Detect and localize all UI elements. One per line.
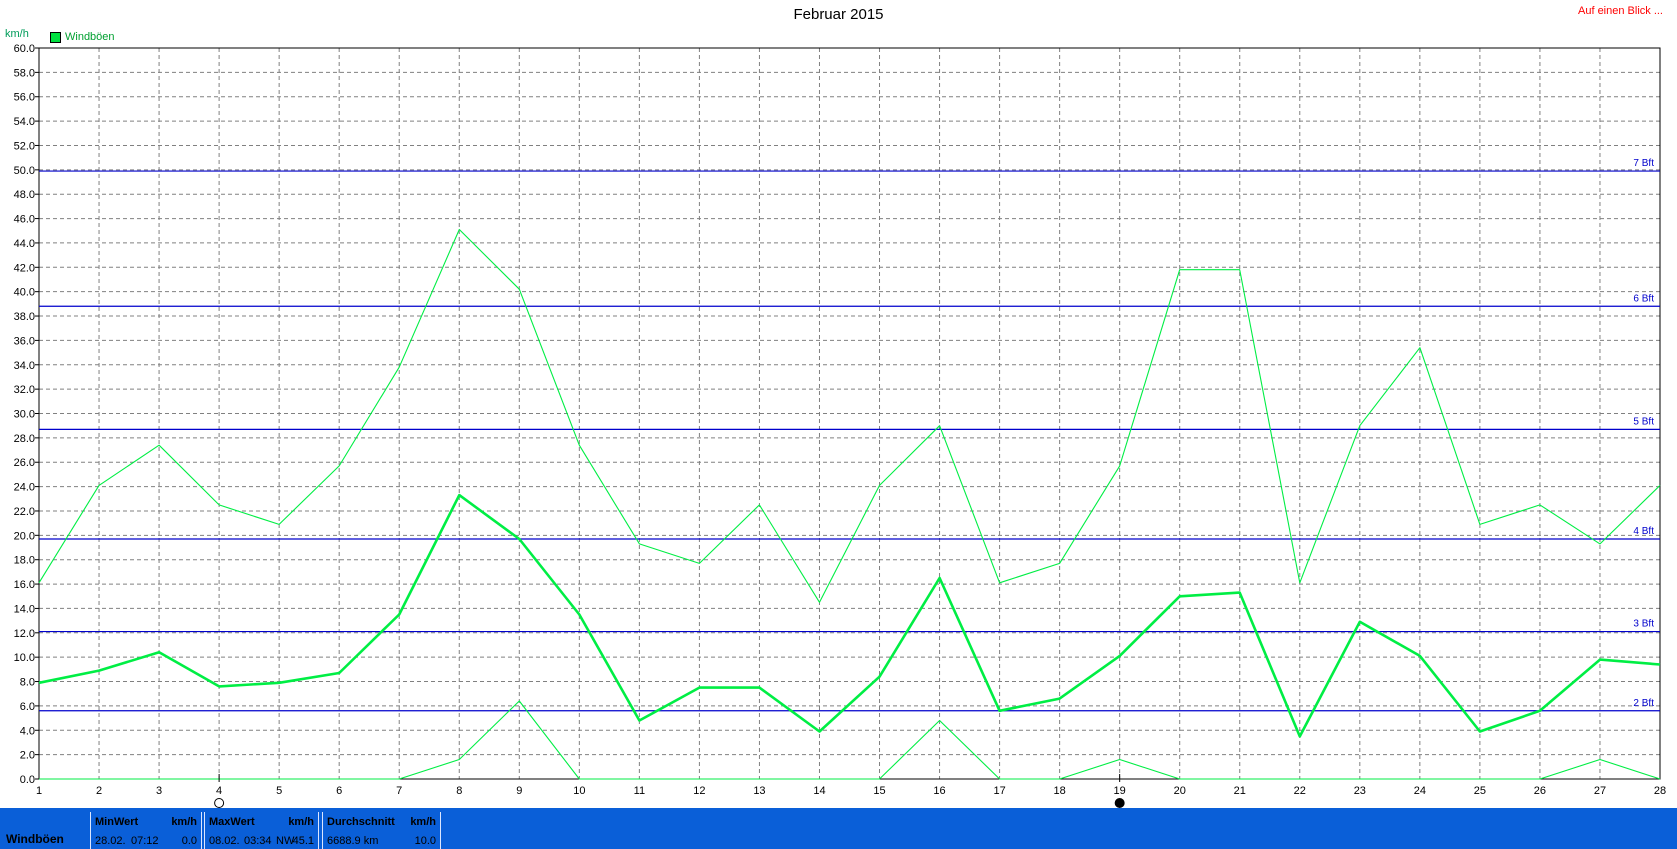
y-tick-label: 22.0 bbox=[14, 506, 35, 518]
overview-link[interactable]: Auf einen Blick ... bbox=[1578, 5, 1663, 17]
x-tick-label: 5 bbox=[276, 785, 282, 797]
y-unit-label: km/h bbox=[5, 28, 29, 40]
x-tick-label: 10 bbox=[573, 785, 585, 797]
x-tick-label: 16 bbox=[933, 785, 945, 797]
beaufort-label: 2 Bft bbox=[1633, 698, 1654, 709]
min-header: MinWert bbox=[95, 816, 139, 828]
new-moon-icon bbox=[214, 798, 225, 808]
beaufort-label: 5 Bft bbox=[1633, 416, 1654, 427]
y-tick-label: 12.0 bbox=[14, 628, 35, 640]
beaufort-label: 7 Bft bbox=[1633, 158, 1654, 169]
y-tick-label: 0.0 bbox=[20, 774, 35, 786]
legend-label: Windböen bbox=[65, 31, 115, 43]
avg-unit: km/h bbox=[410, 816, 436, 828]
y-tick-label: 38.0 bbox=[14, 311, 35, 323]
x-tick-label: 22 bbox=[1294, 785, 1306, 797]
y-tick-label: 4.0 bbox=[20, 725, 35, 737]
footer-row-label: Windböen bbox=[6, 832, 64, 846]
y-tick-label: 60.0 bbox=[14, 43, 35, 55]
y-tick-label: 50.0 bbox=[14, 165, 35, 177]
max-direction: NW bbox=[276, 835, 295, 847]
y-tick-label: 48.0 bbox=[14, 189, 35, 201]
x-tick-label: 26 bbox=[1534, 785, 1546, 797]
y-tick-label: 32.0 bbox=[14, 384, 35, 396]
x-tick-label: 11 bbox=[634, 785, 645, 797]
y-tick-label: 36.0 bbox=[14, 335, 35, 347]
full-moon-icon bbox=[1114, 798, 1125, 808]
x-tick-label: 6 bbox=[336, 785, 342, 797]
x-tick-label: 21 bbox=[1234, 785, 1246, 797]
y-tick-label: 20.0 bbox=[14, 530, 35, 542]
y-tick-label: 18.0 bbox=[14, 555, 35, 567]
x-tick-label: 18 bbox=[1054, 785, 1066, 797]
legend-swatch bbox=[50, 31, 61, 43]
y-tick-label: 8.0 bbox=[20, 677, 35, 689]
avg-value: 10.0 bbox=[414, 835, 436, 847]
x-tick-label: 23 bbox=[1354, 785, 1366, 797]
y-tick-label: 2.0 bbox=[20, 750, 35, 762]
stats-footer: Windböen MinWert km/h 28.02. 07:12 0.0 M… bbox=[0, 808, 1677, 849]
chart-title: Februar 2015 bbox=[793, 6, 884, 23]
y-tick-label: 10.0 bbox=[14, 652, 35, 664]
avg-header: Durchschnitt bbox=[327, 816, 395, 828]
x-tick-label: 14 bbox=[813, 785, 825, 797]
min-unit: km/h bbox=[171, 816, 197, 828]
max-time: 03:34 bbox=[244, 835, 272, 847]
y-tick-label: 28.0 bbox=[14, 433, 35, 445]
y-tick-label: 6.0 bbox=[20, 701, 35, 713]
x-tick-label: 4 bbox=[216, 785, 222, 797]
legend[interactable]: Windböen bbox=[50, 31, 115, 43]
y-tick-label: 30.0 bbox=[14, 409, 35, 421]
beaufort-label: 3 Bft bbox=[1633, 619, 1654, 630]
x-tick-label: 25 bbox=[1474, 785, 1486, 797]
x-tick-label: 1 bbox=[36, 785, 42, 797]
max-date: 08.02. bbox=[209, 835, 240, 847]
y-tick-label: 14.0 bbox=[14, 603, 35, 615]
x-tick-label: 2 bbox=[96, 785, 102, 797]
y-tick-label: 58.0 bbox=[14, 67, 35, 79]
x-tick-label: 28 bbox=[1654, 785, 1666, 797]
x-tick-label: 7 bbox=[396, 785, 402, 797]
avg-stat-box: Durchschnitt km/h 6688.9 km 10.0 bbox=[322, 812, 441, 849]
y-tick-label: 34.0 bbox=[14, 360, 35, 372]
min-stat-box: MinWert km/h 28.02. 07:12 0.0 bbox=[90, 812, 202, 849]
beaufort-label: 4 Bft bbox=[1633, 526, 1654, 537]
min-value: 0.0 bbox=[181, 835, 197, 847]
x-tick-label: 15 bbox=[873, 785, 885, 797]
x-tick-label: 13 bbox=[753, 785, 765, 797]
y-tick-label: 52.0 bbox=[14, 140, 35, 152]
y-tick-label: 46.0 bbox=[14, 214, 35, 226]
x-tick-label: 3 bbox=[156, 785, 162, 797]
y-tick-label: 56.0 bbox=[14, 92, 35, 104]
y-tick-label: 40.0 bbox=[14, 287, 35, 299]
x-tick-label: 17 bbox=[993, 785, 1005, 797]
series-line-avg bbox=[38, 493, 1661, 738]
y-tick-label: 16.0 bbox=[14, 579, 35, 591]
series-line-max bbox=[38, 228, 1661, 603]
x-tick-label: 12 bbox=[693, 785, 705, 797]
x-tick-label: 27 bbox=[1594, 785, 1606, 797]
y-tick-label: 54.0 bbox=[14, 116, 35, 128]
x-tick-label: 19 bbox=[1114, 785, 1126, 797]
y-tick-label: 44.0 bbox=[14, 238, 35, 250]
x-tick-label: 8 bbox=[456, 785, 462, 797]
max-unit: km/h bbox=[288, 816, 314, 828]
max-header: MaxWert bbox=[209, 816, 255, 828]
x-tick-label: 24 bbox=[1414, 785, 1426, 797]
x-tick-label: 9 bbox=[516, 785, 522, 797]
chart-area: 0.0 2.0 4.0 6.0 8.0 10.0 12.0 14.0 16.0 18.0 20.0 2… bbox=[14, 43, 1666, 808]
plot-border bbox=[38, 47, 1661, 780]
min-time: 07:12 bbox=[131, 835, 159, 847]
y-tick-label: 26.0 bbox=[14, 457, 35, 469]
y-tick-label: 42.0 bbox=[14, 262, 35, 274]
max-value: 45.1 bbox=[292, 835, 314, 847]
series-line-min bbox=[39, 700, 1661, 780]
beaufort-label: 6 Bft bbox=[1633, 293, 1654, 304]
y-tick-label: 24.0 bbox=[14, 482, 35, 494]
x-tick-label: 20 bbox=[1174, 785, 1186, 797]
min-date: 28.02. bbox=[95, 835, 126, 847]
max-stat-box: MaxWert km/h 08.02. 03:34 NW 45.1 bbox=[204, 812, 319, 849]
avg-distance: 6688.9 km bbox=[327, 835, 379, 847]
